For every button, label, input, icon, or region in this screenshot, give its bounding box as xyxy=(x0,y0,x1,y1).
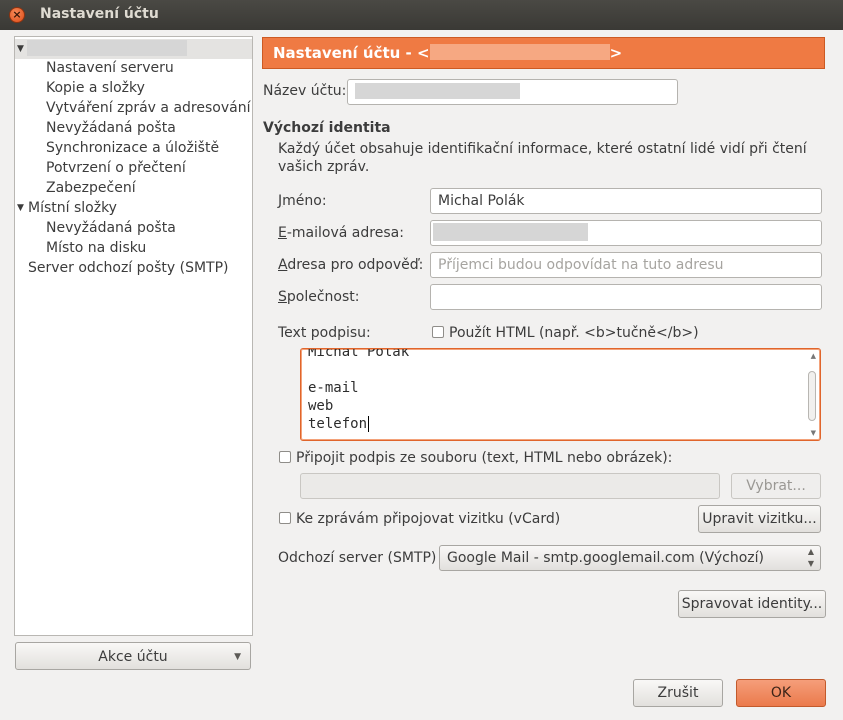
expand-arrow-icon[interactable]: ▼ xyxy=(17,198,24,218)
tree-account-root[interactable]: ▼ xyxy=(15,39,252,59)
redacted-email-value xyxy=(433,223,588,241)
tree-item-smtp[interactable]: Server odchozí pošty (SMTP) xyxy=(28,258,265,278)
email-input[interactable] xyxy=(430,220,822,246)
use-html-label: Použít HTML (např. <b>tučně</b>) xyxy=(449,325,699,341)
header-prefix: Nastavení účtu - < xyxy=(273,44,430,62)
dropdown-arrow-icon: ▼ xyxy=(234,652,241,662)
scrollbar-thumb[interactable] xyxy=(808,371,816,421)
tree-item-receipts[interactable]: Potvrzení o přečtení xyxy=(46,158,283,178)
checkbox-box[interactable] xyxy=(279,512,291,524)
smtp-select[interactable]: Google Mail - smtp.googlemail.com (Výcho… xyxy=(439,545,821,571)
tree-local-folders[interactable]: ▼ Místní složky xyxy=(15,198,252,218)
expand-arrow-icon[interactable]: ▼ xyxy=(17,39,24,59)
window-titlebar: × Nastavení účtu xyxy=(0,0,843,30)
window-title: Nastavení účtu xyxy=(40,6,159,22)
account-actions-button[interactable]: Akce účtu ▼ xyxy=(15,642,251,670)
email-label: E-mailová adresa: xyxy=(278,225,404,241)
organization-input[interactable] xyxy=(430,284,822,310)
identity-description-line2: vašich zpráv. xyxy=(278,159,370,175)
identity-description-line1: Každý účet obsahuje identifikační inform… xyxy=(278,141,807,157)
tree-item-disk-space[interactable]: Místo na disku xyxy=(46,238,283,258)
account-settings-header: Nastavení účtu - < > xyxy=(262,37,825,69)
tree-item-junk[interactable]: Nevyžádaná pošta xyxy=(46,118,283,138)
tree-local-folders-label: Místní složky xyxy=(28,200,117,216)
identity-heading: Výchozí identita xyxy=(263,120,391,136)
tree-item-local-junk[interactable]: Nevyžádaná pošta xyxy=(46,218,283,238)
attach-vcard-label: Ke zprávám připojovat vizitku (vCard) xyxy=(296,511,561,527)
account-actions-label: Akce účtu xyxy=(98,649,168,665)
identity-description: Každý účet obsahuje identifikační inform… xyxy=(278,140,818,176)
smtp-label: Odchozí server (SMTP) xyxy=(278,550,437,566)
account-name-label: Název účtu: xyxy=(263,83,347,99)
manage-identities-button[interactable]: Spravovat identity... xyxy=(678,590,826,618)
signature-label: Text podpisu: xyxy=(278,325,371,341)
signature-file-input[interactable] xyxy=(300,473,720,499)
scroll-down-icon[interactable]: ▼ xyxy=(811,429,816,437)
attach-signature-file-checkbox[interactable]: Připojit podpis ze souboru (text, HTML n… xyxy=(279,450,672,466)
reply-to-label: Adresa pro odpověď: xyxy=(278,257,424,273)
organization-label: Společnost: xyxy=(278,289,360,305)
signature-text: Michal Polák e-mail web telefon xyxy=(308,348,410,432)
signature-textarea[interactable]: Michal Polák e-mail web telefon ▲ ▼ xyxy=(300,348,821,441)
tree-item-composition[interactable]: Vytváření zpráv a adresování xyxy=(46,98,283,118)
redacted-account-name xyxy=(27,40,187,56)
attach-vcard-checkbox[interactable]: Ke zprávám připojovat vizitku (vCard) xyxy=(279,511,560,527)
tree-item-security[interactable]: Zabezpečení xyxy=(46,178,283,198)
cancel-button[interactable]: Zrušit xyxy=(633,679,723,707)
ok-button[interactable]: OK xyxy=(736,679,826,707)
tree-item-copies-folders[interactable]: Kopie a složky xyxy=(46,78,283,98)
account-name-input[interactable] xyxy=(347,79,678,105)
scroll-up-icon[interactable]: ▲ xyxy=(811,352,816,360)
tree-item-sync-storage[interactable]: Synchronizace a úložiště xyxy=(46,138,283,158)
redacted-account-name-value xyxy=(355,83,520,99)
use-html-checkbox[interactable]: Použít HTML (např. <b>tučně</b>) xyxy=(432,325,699,341)
account-tree[interactable]: ▼ Nastavení serveru Kopie a složky Vytvá… xyxy=(14,36,253,636)
tree-item-server-settings[interactable]: Nastavení serveru xyxy=(46,58,283,78)
close-icon[interactable]: × xyxy=(9,7,25,23)
checkbox-box[interactable] xyxy=(432,326,444,338)
header-suffix: > xyxy=(609,44,623,62)
reply-to-input[interactable]: Příjemci budou odpovídat na tuto adresu xyxy=(430,252,822,278)
smtp-selected-value: Google Mail - smtp.googlemail.com (Výcho… xyxy=(447,550,764,566)
checkbox-box[interactable] xyxy=(279,451,291,463)
select-arrows-icon: ▲ ▼ xyxy=(807,547,814,568)
redacted-email xyxy=(429,44,610,60)
edit-vcard-button[interactable]: Upravit vizitku... xyxy=(698,505,821,533)
attach-signature-file-label: Připojit podpis ze souboru (text, HTML n… xyxy=(296,450,673,466)
name-label: Jméno: xyxy=(278,193,327,209)
name-input[interactable]: Michal Polák xyxy=(430,188,822,214)
choose-file-button[interactable]: Vybrat... xyxy=(731,473,821,499)
